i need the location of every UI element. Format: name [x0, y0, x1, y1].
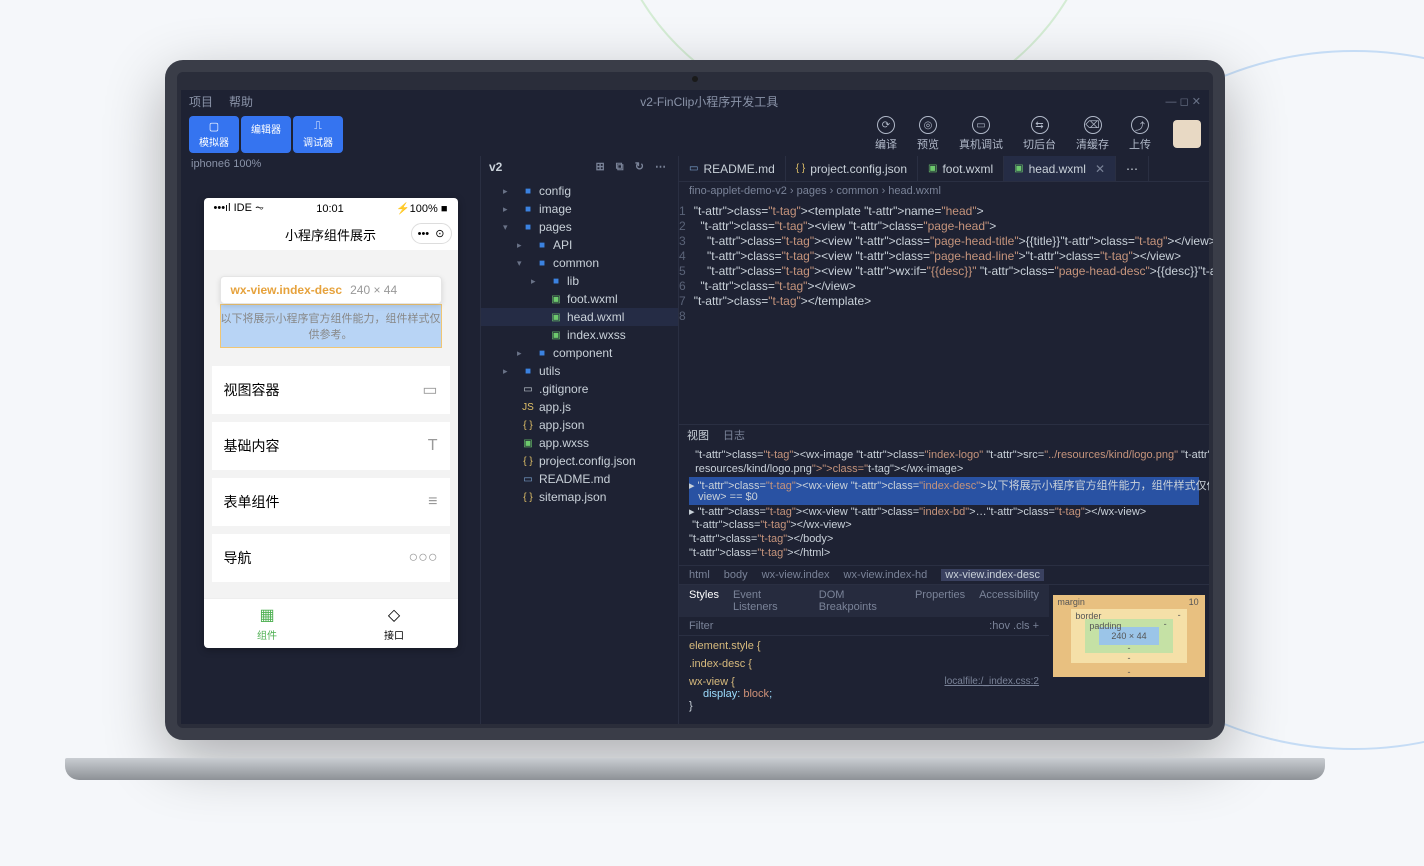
phone-tab-接口[interactable]: ◇接口 [331, 599, 458, 648]
file-app.json[interactable]: { }app.json [481, 416, 678, 434]
phone-status-bar: •••ıl IDE ⏦ 10:01 ⚡100% ■ [204, 198, 458, 219]
devtools: 视图日志 "t-attr">class="t-tag"><wx-image "t… [679, 424, 1209, 724]
toolbar: ▢模拟器编辑器⎍调试器 ⟳编译◎预览▭真机调试⇆切后台⌫清缓存⤴上传 [181, 112, 1209, 156]
devtools-tab[interactable]: 日志 [723, 427, 745, 443]
crumb-item[interactable]: wx-view.index-desc [941, 569, 1044, 581]
list-item[interactable]: 导航○○○ [212, 534, 450, 582]
laptop-base [65, 758, 1325, 780]
project-root[interactable]: v2 [489, 160, 502, 174]
inspect-tooltip: wx-view.index-desc240 × 44 [220, 276, 442, 304]
styles-tab[interactable]: Accessibility [979, 589, 1039, 613]
tab-project.config.json[interactable]: { }project.config.json [786, 156, 918, 181]
menu-help[interactable]: 帮助 [229, 93, 253, 110]
file-README.md[interactable]: ▭README.md [481, 470, 678, 488]
file-app.js[interactable]: JSapp.js [481, 398, 678, 416]
simulator-panel: iphone6 100% •••ıl IDE ⏦ 10:01 ⚡100% ■ 小… [181, 156, 481, 724]
laptop-frame: 项目 帮助 v2-FinClip小程序开发工具 — ◻ ✕ ▢模拟器编辑器⎍调试… [165, 60, 1225, 780]
file-sitemap.json[interactable]: { }sitemap.json [481, 488, 678, 506]
code-editor[interactable]: 12345678 "t-attr">class="t-tag"><templat… [679, 200, 1209, 424]
editor-area: ▭README.md{ }project.config.json▣foot.wx… [679, 156, 1209, 724]
action-预览[interactable]: ◎预览 [907, 116, 949, 152]
avatar[interactable] [1173, 120, 1201, 148]
phone-frame: •••ıl IDE ⏦ 10:01 ⚡100% ■ 小程序组件展示 ••• ⊙ … [204, 198, 458, 648]
tab-head.wxml[interactable]: ▣head.wxml✕ [1004, 156, 1116, 181]
tabs-overflow[interactable]: ⋯ [1116, 156, 1149, 181]
mode-编辑器[interactable]: 编辑器 [241, 116, 291, 153]
action-上传[interactable]: ⤴上传 [1119, 116, 1161, 152]
element-breadcrumb[interactable]: html body wx-view.index wx-view.index-hd wx-… [679, 565, 1209, 584]
styles-tab[interactable]: Event Listeners [733, 589, 805, 613]
file-.gitignore[interactable]: ▭.gitignore [481, 380, 678, 398]
tab-foot.wxml[interactable]: ▣foot.wxml [918, 156, 1004, 181]
folder-API[interactable]: ▸■API [481, 236, 678, 254]
list-item[interactable]: 表单组件≡ [212, 478, 450, 526]
mode-调试器[interactable]: ⎍调试器 [293, 116, 343, 153]
folder-config[interactable]: ▸■config [481, 182, 678, 200]
crumb-item[interactable]: wx-view.index [762, 569, 830, 581]
editor-tabs: ▭README.md{ }project.config.json▣foot.wx… [679, 156, 1209, 182]
highlighted-element[interactable]: 以下将展示小程序官方组件能力，组件样式仅供参考。 [220, 304, 442, 348]
list-item[interactable]: 视图容器▭ [212, 366, 450, 414]
folder-image[interactable]: ▸■image [481, 200, 678, 218]
styles-tab[interactable]: DOM Breakpoints [819, 589, 901, 613]
list-item[interactable]: 基础内容T [212, 422, 450, 470]
window-title: v2-FinClip小程序开发工具 [269, 93, 1150, 110]
file-foot.wxml[interactable]: ▣foot.wxml [481, 290, 678, 308]
action-清缓存[interactable]: ⌫清缓存 [1066, 116, 1119, 152]
camera-dot [692, 76, 698, 82]
folder-common[interactable]: ▾■common [481, 254, 678, 272]
box-model: margin10 border- padding- 240 × 44 - - - [1049, 585, 1209, 724]
capsule-button[interactable]: ••• ⊙ [411, 223, 452, 244]
file-project.config.json[interactable]: { }project.config.json [481, 452, 678, 470]
crumb-item[interactable]: html [689, 569, 710, 581]
styles-tab[interactable]: Styles [689, 589, 719, 613]
tab-README.md[interactable]: ▭README.md [679, 156, 786, 181]
menubar: 项目 帮助 v2-FinClip小程序开发工具 — ◻ ✕ [181, 90, 1209, 112]
file-explorer: v2 ⊞ ⧉ ↻ ⋯ ▸■config▸■image▾■pages▸■API▾■… [481, 156, 679, 724]
devtools-tab[interactable]: 视图 [687, 427, 709, 443]
file-app.wxss[interactable]: ▣app.wxss [481, 434, 678, 452]
styles-filter[interactable]: Filter [689, 620, 713, 632]
action-真机调试[interactable]: ▭真机调试 [949, 116, 1013, 152]
device-label: iphone6 100% [181, 156, 480, 176]
window-controls[interactable]: — ◻ ✕ [1166, 95, 1201, 108]
crumb-item[interactable]: wx-view.index-hd [844, 569, 928, 581]
folder-utils[interactable]: ▸■utils [481, 362, 678, 380]
crumb-item[interactable]: body [724, 569, 748, 581]
elements-panel[interactable]: "t-attr">class="t-tag"><wx-image "t-attr… [679, 445, 1209, 565]
mode-模拟器[interactable]: ▢模拟器 [189, 116, 239, 153]
folder-pages[interactable]: ▾■pages [481, 218, 678, 236]
folder-lib[interactable]: ▸■lib [481, 272, 678, 290]
styles-filter-extra[interactable]: :hov .cls + [989, 620, 1039, 632]
folder-component[interactable]: ▸■component [481, 344, 678, 362]
explorer-actions[interactable]: ⊞ ⧉ ↻ ⋯ [596, 160, 670, 174]
action-编译[interactable]: ⟳编译 [865, 116, 907, 152]
breadcrumb[interactable]: fino-applet-demo-v2 › pages › common › h… [679, 182, 1209, 200]
ide-window: 项目 帮助 v2-FinClip小程序开发工具 — ◻ ✕ ▢模拟器编辑器⎍调试… [181, 90, 1209, 724]
file-head.wxml[interactable]: ▣head.wxml [481, 308, 678, 326]
phone-nav: 小程序组件展示 ••• ⊙ [204, 219, 458, 250]
phone-tabbar: ▦组件◇接口 [204, 598, 458, 648]
menu-project[interactable]: 项目 [189, 93, 213, 110]
file-index.wxss[interactable]: ▣index.wxss [481, 326, 678, 344]
styles-tab[interactable]: Properties [915, 589, 965, 613]
phone-tab-组件[interactable]: ▦组件 [204, 599, 331, 648]
styles-rules[interactable]: element.style {.index-desc {</span></div… [679, 636, 1049, 722]
action-切后台[interactable]: ⇆切后台 [1013, 116, 1066, 152]
